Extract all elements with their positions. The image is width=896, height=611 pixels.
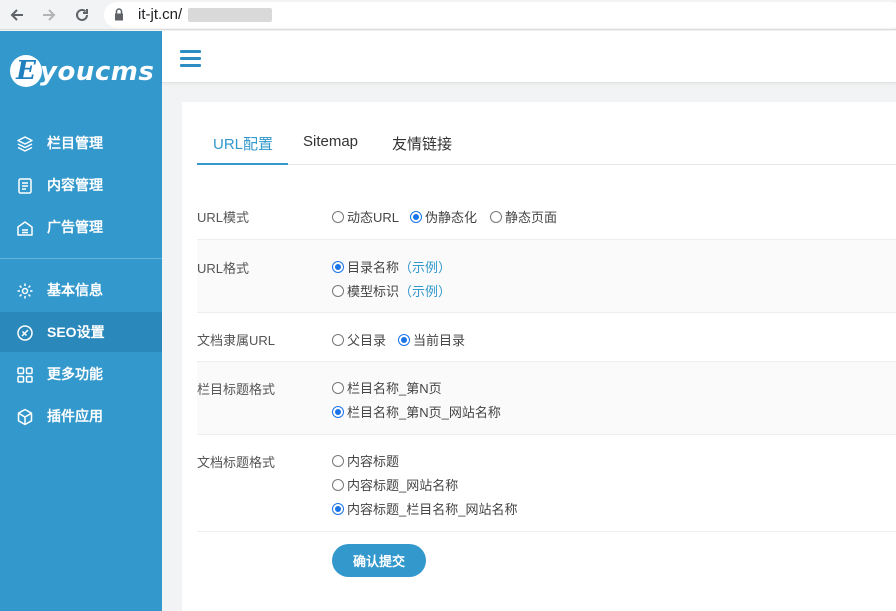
radio-circle xyxy=(490,210,502,223)
form-row-doc-title: 文档标题格式 内容标题 内容标题_网站名称 内容标题_栏目名称_网站名称 xyxy=(197,435,896,531)
sidebar: E youcms 栏目管理 内容管理 广告管理 基本信息 SEO设置 更多功能 … xyxy=(0,31,162,611)
grid-icon xyxy=(17,367,33,383)
sidebar-item-ads[interactable]: 广告管理 xyxy=(0,207,162,247)
option-label: 当前目录 xyxy=(413,333,466,348)
gear-icon xyxy=(17,283,33,299)
field-label: URL模式 xyxy=(197,210,250,225)
sidebar-item-content[interactable]: 内容管理 xyxy=(0,165,162,205)
cube-icon xyxy=(17,408,33,426)
seo-icon xyxy=(17,325,33,341)
arrow-right-icon xyxy=(43,9,56,21)
radio-doc-title-2[interactable]: 内容标题_网站名称 xyxy=(332,475,458,494)
radio-doc-title-1[interactable]: 内容标题 xyxy=(332,451,399,470)
tab-bar: URL配置 Sitemap 友情链接 xyxy=(197,122,896,165)
forward-button[interactable] xyxy=(38,4,60,26)
radio-circle xyxy=(332,405,344,418)
option-label: 模型标识 xyxy=(347,284,400,299)
radio-column-title-2[interactable]: 栏目名称_第N页_网站名称 xyxy=(332,402,501,421)
main-panel: URL配置 Sitemap 友情链接 URL模式 动态URL 伪静态化 静态页面… xyxy=(182,102,896,611)
sidebar-item-basic-info[interactable]: 基本信息 xyxy=(0,270,162,310)
option-label: 栏目名称_第N页_网站名称 xyxy=(347,405,501,420)
radio-url-dynamic[interactable]: 动态URL xyxy=(332,207,399,226)
radio-circle xyxy=(332,454,344,467)
top-header xyxy=(162,31,896,83)
radio-circle xyxy=(398,333,410,346)
sidebar-item-more[interactable]: 更多功能 xyxy=(0,354,162,394)
radio-circle xyxy=(410,210,422,223)
sidebar-item-label: 插件应用 xyxy=(47,408,103,424)
reload-icon xyxy=(76,8,88,21)
logo-mark: E xyxy=(10,55,42,87)
radio-circle xyxy=(332,284,344,297)
address-bar[interactable]: it-jt.cn/ xyxy=(104,2,896,28)
radio-circle xyxy=(332,210,344,223)
example-link[interactable]: （示例） xyxy=(399,257,451,276)
tab-sitemap[interactable]: Sitemap xyxy=(303,133,358,150)
option-label: 内容标题 xyxy=(347,454,400,469)
radio-doc-parent[interactable]: 父目录 xyxy=(332,330,386,349)
form-row-url-format: URL格式 目录名称 （示例） 模型标识 （示例） xyxy=(197,240,896,312)
radio-doc-title-3[interactable]: 内容标题_栏目名称_网站名称 xyxy=(332,499,517,518)
field-label: URL格式 xyxy=(197,261,250,276)
tab-friend-links[interactable]: 友情链接 xyxy=(392,133,452,154)
option-label: 内容标题_网站名称 xyxy=(347,478,459,493)
sidebar-item-plugins[interactable]: 插件应用 xyxy=(0,396,162,436)
sidebar-item-label: 广告管理 xyxy=(47,219,103,235)
menu-toggle-icon[interactable] xyxy=(180,50,201,67)
example-link[interactable]: （示例） xyxy=(399,281,451,300)
submit-button[interactable]: 确认提交 xyxy=(332,544,426,577)
option-label: 父目录 xyxy=(347,333,387,348)
radio-column-title-1[interactable]: 栏目名称_第N页 xyxy=(332,378,442,397)
radio-url-pseudo-static[interactable]: 伪静态化 xyxy=(410,207,477,226)
reload-button[interactable] xyxy=(71,4,93,26)
sidebar-item-label: SEO设置 xyxy=(47,324,105,340)
radio-circle xyxy=(332,333,344,346)
option-label: 静态页面 xyxy=(505,210,558,225)
radio-format-dirname[interactable]: 目录名称 （示例） xyxy=(332,257,451,276)
field-label: 栏目标题格式 xyxy=(197,382,276,397)
url-redacted xyxy=(188,8,272,22)
sidebar-item-label: 更多功能 xyxy=(47,366,103,382)
back-button[interactable] xyxy=(6,4,28,26)
radio-circle xyxy=(332,260,344,273)
option-label: 动态URL xyxy=(347,210,400,225)
browser-toolbar: it-jt.cn/ xyxy=(0,0,896,30)
logo-text: youcms xyxy=(40,57,155,87)
radio-format-model[interactable]: 模型标识 （示例） xyxy=(332,281,451,300)
option-label: 栏目名称_第N页 xyxy=(347,381,442,396)
option-label: 伪静态化 xyxy=(425,210,478,225)
tab-url-config[interactable]: URL配置 xyxy=(213,133,273,154)
sidebar-item-label: 栏目管理 xyxy=(47,135,103,151)
radio-doc-current[interactable]: 当前目录 xyxy=(398,330,465,349)
form-row-column-title: 栏目标题格式 栏目名称_第N页 栏目名称_第N页_网站名称 xyxy=(197,362,896,434)
layers-icon xyxy=(17,136,33,152)
ad-icon xyxy=(17,221,33,236)
radio-circle xyxy=(332,478,344,491)
sidebar-item-label: 基本信息 xyxy=(47,282,103,298)
radio-circle xyxy=(332,502,344,515)
field-label: 文档标题格式 xyxy=(197,455,276,470)
field-label: 文档隶属URL xyxy=(197,333,276,348)
radio-url-static[interactable]: 静态页面 xyxy=(490,207,557,226)
sidebar-item-label: 内容管理 xyxy=(47,177,103,193)
sidebar-divider xyxy=(0,258,162,259)
active-tab-indicator xyxy=(197,163,288,165)
url-text: it-jt.cn/ xyxy=(138,6,183,23)
form-row-doc-url: 文档隶属URL 父目录 当前目录 xyxy=(197,313,896,361)
sidebar-item-columns[interactable]: 栏目管理 xyxy=(0,123,162,163)
row-divider xyxy=(197,531,896,532)
logo[interactable]: E youcms xyxy=(10,55,155,95)
form-row-url-mode: URL模式 动态URL 伪静态化 静态页面 xyxy=(197,190,896,239)
option-label: 内容标题_栏目名称_网站名称 xyxy=(347,502,518,517)
arrow-left-icon xyxy=(10,9,23,21)
option-label: 目录名称 xyxy=(347,260,400,275)
sidebar-item-seo[interactable]: SEO设置 xyxy=(0,312,162,352)
document-icon xyxy=(18,178,32,194)
radio-circle xyxy=(332,381,344,394)
lock-icon xyxy=(115,8,123,21)
